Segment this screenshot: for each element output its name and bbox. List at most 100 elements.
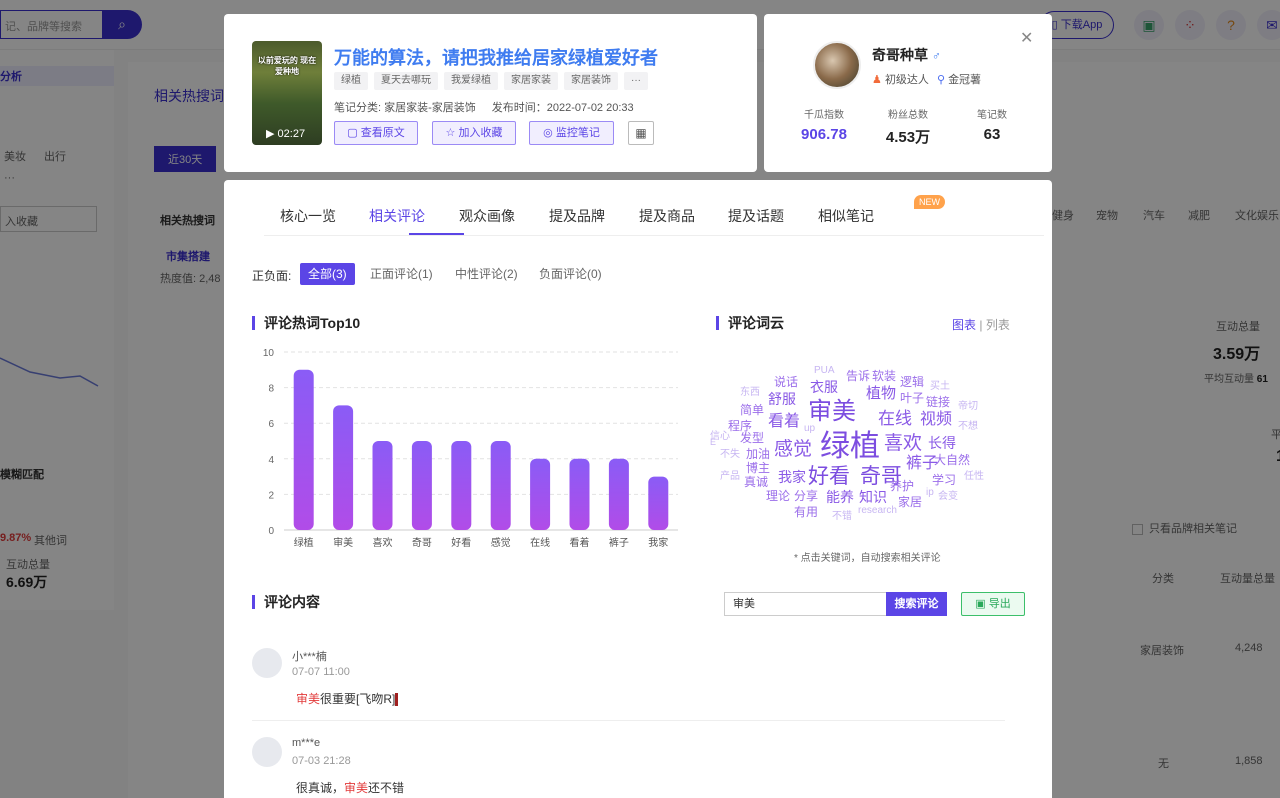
export-button[interactable]: ▣ 导出 — [961, 592, 1025, 616]
x-tick-label: 绿植 — [294, 536, 314, 549]
author-level: ♟ 初级达人 ⚲ 金冠薯 — [872, 74, 982, 86]
tab-topics[interactable]: 提及话题 — [728, 206, 784, 226]
note-tag[interactable]: 绿植 — [334, 72, 368, 90]
note-title[interactable]: 万能的算法，请把我推给居家绿植爱好者 — [334, 44, 658, 70]
cloud-word[interactable]: 帝切 — [958, 402, 978, 412]
view-list-toggle[interactable]: 列表 — [986, 318, 1010, 332]
search-comments-button[interactable]: 搜索评论 — [886, 592, 947, 616]
wordcloud-note: * 点击关键词，自动搜索相关评论 — [794, 553, 941, 564]
cloud-word[interactable]: 长得 — [928, 436, 956, 450]
cloud-word[interactable]: 买土 — [930, 382, 950, 392]
cloud-word[interactable]: 家居 — [898, 496, 922, 508]
avatar — [252, 648, 282, 678]
cloud-word[interactable]: 理论 — [766, 490, 790, 502]
tab-comments[interactable]: 相关评论 — [369, 206, 425, 226]
cloud-word[interactable]: 大自然 — [934, 454, 970, 466]
view-original-button[interactable]: ▢ 查看原文 — [334, 121, 418, 145]
cloud-word[interactable]: 不错 — [832, 512, 852, 522]
cloud-word[interactable]: 博主 — [746, 462, 770, 474]
bar-审美[interactable] — [333, 405, 354, 530]
filter-all[interactable]: 全部(3) — [300, 263, 355, 285]
note-tag[interactable]: 家居家装 — [504, 72, 558, 90]
male-icon: ♂ — [931, 49, 941, 63]
cloud-word[interactable]: 说话 — [774, 376, 798, 388]
cloud-word[interactable]: PUA — [814, 366, 835, 376]
cloud-word[interactable]: 东西 — [740, 388, 760, 398]
cloud-word[interactable]: 审美 — [808, 400, 856, 424]
cloud-word[interactable]: 养护 — [890, 480, 914, 492]
cloud-word[interactable]: 我家 — [778, 470, 806, 484]
tab-products[interactable]: 提及商品 — [639, 206, 695, 226]
cloud-word[interactable]: 逻辑 — [900, 376, 924, 388]
tab-similar-notes[interactable]: 相似笔记 — [818, 206, 874, 226]
comment-user: m***e — [292, 737, 321, 749]
cloud-word[interactable]: 告诉 — [846, 370, 870, 382]
bar-我家[interactable] — [648, 476, 669, 530]
cloud-word[interactable]: 视频 — [920, 412, 952, 428]
cloud-word[interactable]: 叶子 — [900, 392, 924, 404]
avatar[interactable] — [813, 41, 861, 89]
bar-在线[interactable] — [530, 458, 551, 530]
bar-看着[interactable] — [569, 458, 590, 530]
cloud-word[interactable]: 衣服 — [810, 380, 838, 394]
bar-裤子[interactable] — [608, 458, 629, 530]
cloud-word[interactable]: ip — [926, 488, 934, 498]
author-name[interactable]: 奇哥种草 ♂ — [872, 45, 941, 65]
cloud-word[interactable]: 任性 — [964, 472, 984, 482]
view-chart-toggle[interactable]: 图表 — [952, 318, 976, 332]
tab-audience[interactable]: 观众画像 — [459, 206, 515, 226]
monitor-note-button[interactable]: ◎ 监控笔记 — [529, 121, 614, 145]
y-tick-label: 4 — [268, 455, 274, 466]
cloud-word[interactable]: 真诚 — [744, 476, 768, 488]
cloud-word[interactable]: 分享 — [794, 490, 818, 502]
cloud-word[interactable]: 软装 — [872, 370, 896, 382]
x-tick-label: 审美 — [333, 536, 353, 549]
cloud-word[interactable]: 简单 — [740, 404, 764, 416]
cloud-word[interactable]: 会变 — [938, 492, 958, 502]
cloud-word[interactable]: up — [804, 424, 815, 434]
cloud-word[interactable]: 链接 — [926, 396, 950, 408]
cloud-word[interactable]: 程序 — [728, 420, 752, 432]
note-tag[interactable]: 家居装饰 — [564, 72, 618, 90]
filter-neutral[interactable]: 中性评论(2) — [455, 263, 518, 285]
cloud-word[interactable]: 知识 — [859, 490, 887, 504]
author-card: ✕ 奇哥种草 ♂ ♟ 初级达人 ⚲ 金冠薯 千瓜指数 粉丝总数 笔记数 906.7… — [764, 14, 1052, 172]
thumbnail-caption: 以前爱玩的 现在爱种地 — [257, 56, 317, 76]
cloud-word[interactable]: 看着 — [768, 414, 800, 430]
more-tags[interactable]: ··· — [624, 72, 648, 90]
tab-overview[interactable]: 核心一览 — [280, 206, 336, 226]
qrcode-icon[interactable]: ▦ — [628, 121, 654, 145]
bar-好看[interactable] — [451, 441, 472, 530]
cloud-word[interactable]: 学习 — [932, 474, 956, 486]
cloud-word[interactable]: 不想 — [958, 422, 978, 432]
cloud-word[interactable]: E — [710, 438, 716, 447]
note-detail-dialog: 核心一览 相关评论 观众画像 提及品牌 提及商品 提及话题 相似笔记 NEW 正… — [224, 180, 1052, 798]
bar-绿植[interactable] — [293, 369, 314, 530]
comment-search-input[interactable]: 审美 — [724, 592, 886, 616]
cloud-word[interactable]: 加油 — [746, 448, 770, 460]
tab-brands[interactable]: 提及品牌 — [549, 206, 605, 226]
note-tag[interactable]: 夏天去哪玩 — [374, 72, 438, 90]
cloud-word[interactable]: 喜欢 — [884, 434, 922, 453]
add-favorite-button[interactable]: ☆ 加入收藏 — [432, 121, 516, 145]
cloud-word[interactable]: 舒服 — [768, 392, 796, 406]
cloud-word[interactable]: 有用 — [794, 506, 818, 518]
filter-negative[interactable]: 负面评论(0) — [539, 263, 602, 285]
cloud-word[interactable]: 感觉 — [774, 440, 812, 459]
bar-感觉[interactable] — [490, 441, 511, 530]
cloud-word[interactable]: 能养 — [826, 490, 854, 504]
cloud-word[interactable]: 在线 — [878, 410, 912, 427]
cloud-word[interactable]: 产品 — [720, 472, 740, 482]
cloud-word[interactable]: 发型 — [740, 432, 764, 444]
bar-喜欢[interactable] — [372, 441, 393, 530]
note-tag[interactable]: 我爱绿植 — [444, 72, 498, 90]
filter-positive[interactable]: 正面评论(1) — [370, 263, 433, 285]
cloud-word[interactable]: 绿植 — [820, 432, 880, 462]
cloud-word[interactable]: 不失 — [720, 450, 740, 460]
cloud-word[interactable]: 好看 — [808, 466, 850, 487]
bar-奇哥[interactable] — [411, 441, 432, 530]
cloud-word[interactable]: research — [858, 506, 897, 516]
close-icon[interactable]: ✕ — [1020, 28, 1033, 48]
note-thumbnail[interactable]: 以前爱玩的 现在爱种地 ▶ 02:27 — [252, 41, 322, 145]
cloud-word[interactable]: 植物 — [866, 386, 896, 401]
